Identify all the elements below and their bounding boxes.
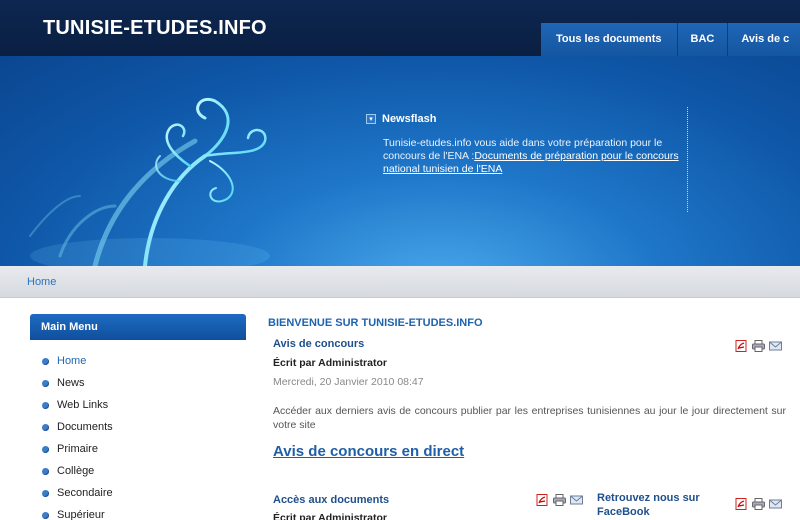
article-tools — [536, 494, 583, 506]
article-author: Écrit par Administrator — [273, 357, 387, 369]
nav-avis-de-concours[interactable]: Avis de c — [728, 23, 800, 56]
menu-item-web-links[interactable]: Web Links — [42, 394, 113, 416]
swirl-ornament-icon — [29, 97, 270, 266]
article-title[interactable]: Avis de concours — [273, 338, 364, 350]
article-title[interactable]: Accès aux documents — [273, 494, 389, 506]
newsflash-header: ▾ Newsflash — [366, 113, 686, 125]
site-title[interactable]: TUNISIE-ETUDES.INFO — [43, 17, 267, 40]
menu-item-label: Primaire — [57, 443, 98, 455]
main-menu-title: Main Menu — [30, 314, 246, 340]
bullet-icon — [42, 511, 49, 519]
bullet-icon — [42, 445, 49, 453]
breadcrumb-bar: Home — [0, 266, 800, 298]
bullet-icon — [42, 401, 49, 409]
breadcrumb-home[interactable]: Home — [27, 276, 56, 288]
bullet-icon — [42, 467, 49, 475]
bullet-icon — [42, 423, 49, 431]
print-icon[interactable] — [752, 340, 765, 352]
main-menu: Home News Web Links Documents Primaire C… — [42, 350, 113, 520]
print-icon[interactable] — [553, 494, 566, 506]
article-date: Mercredi, 20 Janvier 2010 08:47 — [273, 376, 424, 388]
menu-item-label: Documents — [57, 421, 113, 433]
menu-item-label: Home — [57, 355, 87, 367]
article-tools — [735, 340, 782, 352]
print-icon[interactable] — [752, 498, 765, 510]
avis-de-concours-link[interactable]: Avis de concours en direct — [273, 443, 464, 460]
menu-item-college[interactable]: Collège — [42, 460, 113, 482]
article-title[interactable]: Retrouvez nous sur FaceBook — [597, 491, 717, 519]
menu-item-label: Web Links — [57, 399, 109, 411]
pdf-icon[interactable] — [735, 498, 748, 510]
nav-tous-les-documents[interactable]: Tous les documents — [541, 23, 678, 56]
menu-item-home[interactable]: Home — [42, 350, 113, 372]
email-icon[interactable] — [769, 340, 782, 352]
site-header: TUNISIE-ETUDES.INFO Tous les documents B… — [0, 0, 800, 56]
pdf-icon[interactable] — [735, 340, 748, 352]
article-tools — [735, 498, 782, 510]
bullet-icon — [42, 489, 49, 497]
menu-item-secondaire[interactable]: Secondaire — [42, 482, 113, 504]
pdf-icon[interactable] — [536, 494, 549, 506]
nav-bac[interactable]: BAC — [677, 23, 729, 56]
newsflash-title: Newsflash — [382, 113, 437, 125]
newsflash-body: Tunisie-etudes.info vous aide dans votre… — [383, 137, 686, 176]
email-icon[interactable] — [769, 498, 782, 510]
menu-item-documents[interactable]: Documents — [42, 416, 113, 438]
menu-item-primaire[interactable]: Primaire — [42, 438, 113, 460]
menu-item-label: Collège — [57, 465, 95, 477]
menu-item-label: Secondaire — [57, 487, 113, 499]
bullet-icon — [42, 379, 49, 387]
divider — [687, 107, 688, 212]
menu-item-news[interactable]: News — [42, 372, 113, 394]
article-text: Accéder aux derniers avis de concours pu… — [273, 405, 786, 431]
menu-item-label: News — [57, 377, 85, 389]
arrow-down-icon: ▾ — [366, 114, 376, 124]
menu-item-label: Supérieur — [57, 509, 105, 520]
banner: ▾ Newsflash Tunisie-etudes.info vous aid… — [0, 56, 800, 266]
main-nav: Tous les documents BAC Avis de c — [541, 23, 800, 56]
bullet-icon — [42, 357, 49, 365]
article-author: Écrit par Administrator — [273, 512, 387, 520]
page-title: BIENVENUE SUR TUNISIE-ETUDES.INFO — [268, 317, 483, 329]
newsflash: ▾ Newsflash Tunisie-etudes.info vous aid… — [366, 113, 686, 176]
menu-item-superieur[interactable]: Supérieur — [42, 504, 113, 520]
email-icon[interactable] — [570, 494, 583, 506]
